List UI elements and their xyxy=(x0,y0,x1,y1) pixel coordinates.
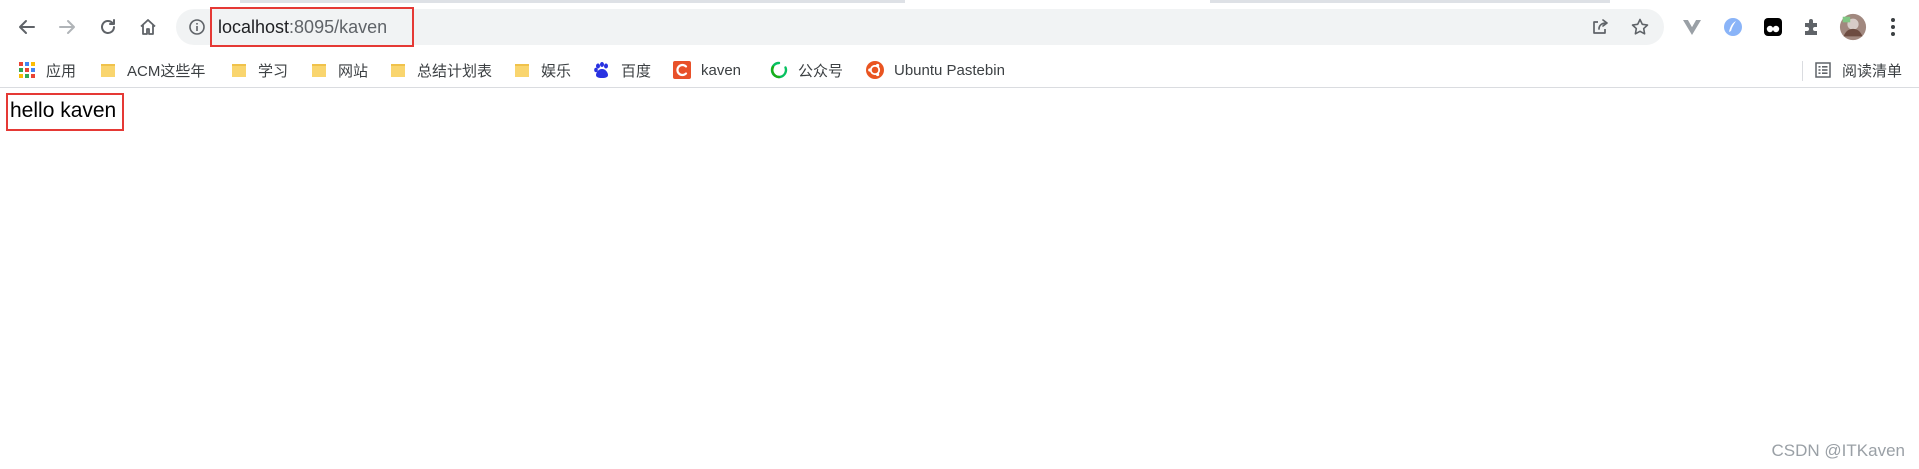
url-host: localhost xyxy=(218,17,290,37)
address-bar[interactable]: localhost:8095/kaven xyxy=(176,7,1664,47)
bookmark-label: 娱乐 xyxy=(541,62,572,80)
browser-menu-button[interactable] xyxy=(1880,14,1906,40)
bookmark-label: 应用 xyxy=(46,62,77,80)
browser-window: localhost:8095/kaven 应用 ACM这些年 学习 网站 总结计… xyxy=(0,0,1919,469)
reading-list-icon xyxy=(1815,62,1831,78)
bookmark-folder-study[interactable]: 学习 xyxy=(224,56,294,84)
wechat-mp-icon xyxy=(770,61,788,79)
folder-icon xyxy=(391,64,405,77)
bookmark-label: Ubuntu Pastebin xyxy=(894,61,1005,79)
bookmark-folder-fun[interactable]: 娱乐 xyxy=(507,56,577,84)
bookmark-folder-sites[interactable]: 网站 xyxy=(304,56,374,84)
folder-icon xyxy=(232,64,246,77)
csdn-watermark: CSDN @ITKaven xyxy=(1771,441,1905,460)
arrow-left-icon xyxy=(19,20,35,34)
extensions-button[interactable] xyxy=(1799,14,1825,40)
profile-avatar[interactable] xyxy=(1838,12,1868,42)
bookmark-label: kaven xyxy=(701,61,742,79)
home-icon xyxy=(140,19,156,35)
bookmark-wechat-mp[interactable]: 公众号 xyxy=(764,56,849,84)
apps-grid-icon xyxy=(19,62,35,78)
bookmark-kaven[interactable]: kaven xyxy=(667,56,747,84)
back-button[interactable] xyxy=(10,10,44,44)
star-icon xyxy=(1631,18,1649,35)
baidu-paw-icon xyxy=(594,62,608,78)
bookmark-label: 百度 xyxy=(621,62,652,80)
folder-icon xyxy=(312,64,326,77)
bookmark-folder-acm[interactable]: ACM这些年 xyxy=(93,56,211,84)
info-circle-icon[interactable] xyxy=(188,18,206,36)
tab-strip-edge xyxy=(1210,0,1610,3)
bookmarks-bar: 应用 ACM这些年 学习 网站 总结计划表 娱乐 百度 kaven 公众号 Ub… xyxy=(0,52,1919,88)
vue-devtools-button[interactable] xyxy=(1679,14,1705,40)
share-icon xyxy=(1593,19,1608,34)
bookmark-label: ACM这些年 xyxy=(127,62,206,80)
puzzle-extensions-icon xyxy=(1805,19,1817,35)
bookmark-label: 公众号 xyxy=(798,62,844,80)
bookmarks-divider xyxy=(1802,61,1803,81)
tampermonkey-icon xyxy=(1764,18,1782,36)
folder-icon xyxy=(515,64,529,77)
reload-icon xyxy=(101,19,115,34)
bookmark-label: 网站 xyxy=(338,62,369,80)
tampermonkey-button[interactable] xyxy=(1760,14,1786,40)
menu-kebab-icon xyxy=(1891,18,1895,36)
tab-strip-edge xyxy=(240,0,905,3)
feather-extension-icon xyxy=(1724,18,1742,36)
forward-button[interactable] xyxy=(50,10,84,44)
ubuntu-icon xyxy=(866,61,884,79)
share-button[interactable] xyxy=(1589,16,1611,38)
bookmark-ubuntu-pastebin[interactable]: Ubuntu Pastebin xyxy=(860,56,1011,84)
reading-list-label: 阅读清单 xyxy=(1842,62,1903,80)
home-button[interactable] xyxy=(131,10,165,44)
url-text[interactable]: localhost:8095/kaven xyxy=(218,16,387,38)
url-path: :8095/kaven xyxy=(289,17,388,37)
bookmark-star-button[interactable] xyxy=(1629,16,1651,38)
browser-toolbar: localhost:8095/kaven xyxy=(0,0,1919,52)
feather-extension-button[interactable] xyxy=(1720,14,1746,40)
page-body-text: hello kaven xyxy=(10,99,117,122)
vue-devtools-icon xyxy=(1683,20,1701,35)
bookmark-label: 学习 xyxy=(258,62,289,80)
avatar-icon xyxy=(1839,13,1867,41)
folder-icon xyxy=(101,64,115,77)
bookmark-folder-plans[interactable]: 总结计划表 xyxy=(383,56,498,84)
bookmark-apps[interactable]: 应用 xyxy=(12,56,82,84)
reload-button[interactable] xyxy=(91,10,125,44)
page-content: hello kaven CSDN @ITKaven xyxy=(0,89,1919,469)
arrow-right-icon xyxy=(59,20,75,34)
reading-list-button[interactable]: 阅读清单 xyxy=(1808,56,1908,84)
csdn-c-icon xyxy=(673,61,691,79)
bookmark-label: 总结计划表 xyxy=(417,62,493,80)
bookmark-baidu[interactable]: 百度 xyxy=(587,56,657,84)
